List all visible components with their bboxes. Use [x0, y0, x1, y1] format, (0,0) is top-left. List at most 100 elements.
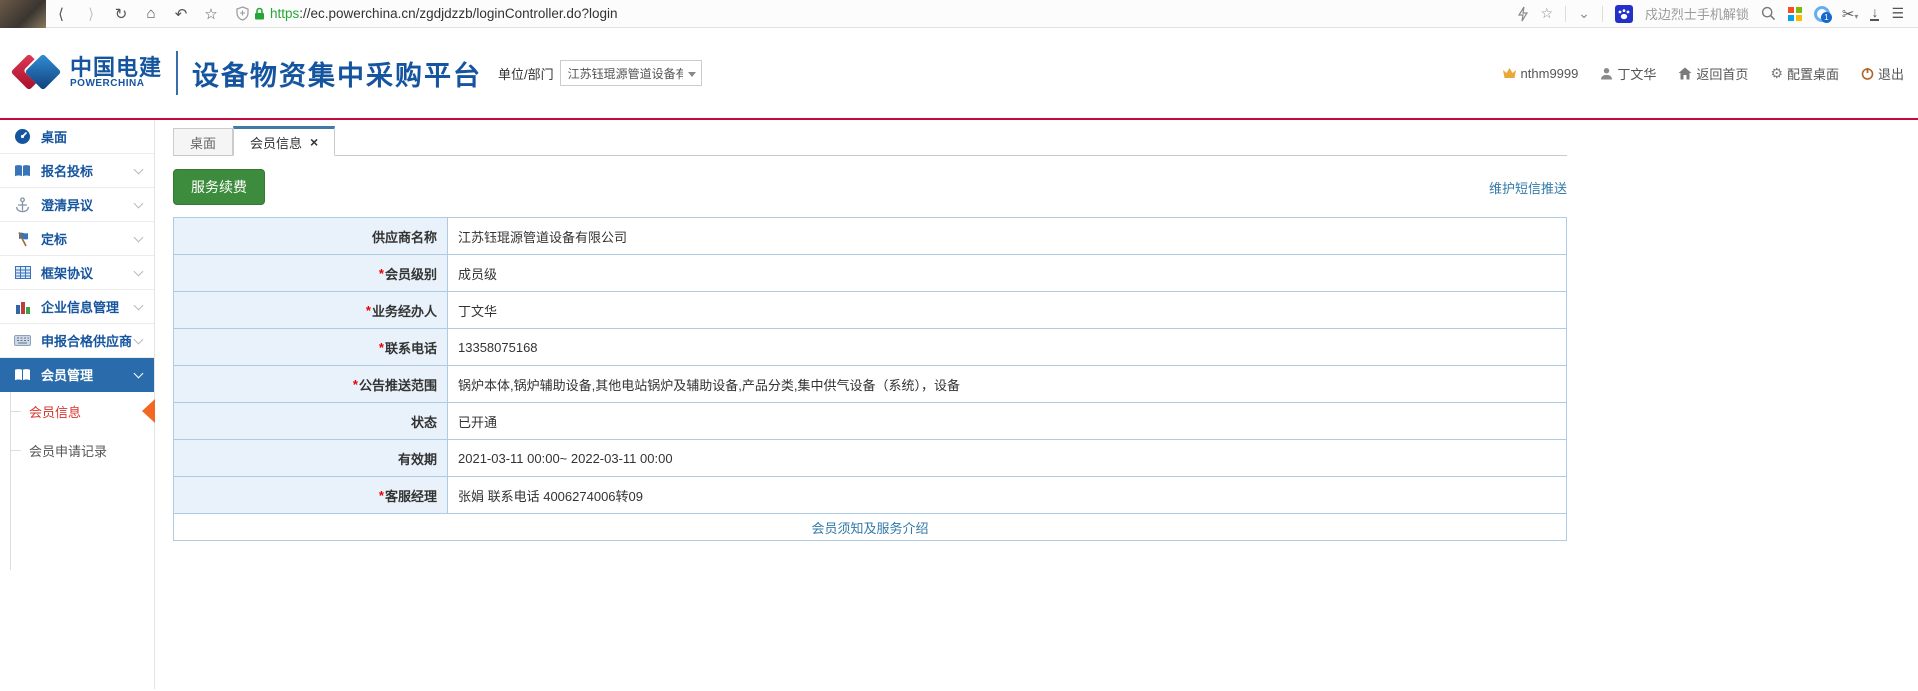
table-row: *联系电话 13358075168 [174, 329, 1566, 366]
badge-count: 1 [1821, 12, 1832, 23]
book-icon [14, 366, 31, 383]
member-info-table: 供应商名称 江苏钰琨源管道设备有限公司 *会员级别 成员级 *业务经办人 丁文华… [173, 217, 1567, 541]
ssl-lock-icon [254, 7, 265, 20]
user-name: 丁文华 [1600, 64, 1656, 83]
extension-paw-icon[interactable] [1615, 5, 1633, 23]
sidebar: 桌面 报名投标 澄清异议 定标 框架协 [0, 120, 155, 689]
membership-submenu: 会员信息 会员申请记录 [10, 392, 154, 570]
field-label: 客服经理 [385, 486, 437, 505]
chevron-down-icon [134, 334, 144, 344]
chevron-down-icon [134, 300, 144, 310]
field-label: 状态 [411, 412, 437, 431]
extension-label[interactable]: 戍边烈士手机解锁 [1645, 4, 1749, 23]
contact-phone-value: 13358075168 [448, 329, 1566, 365]
table-row: 有效期 2021-03-11 00:00~ 2022-03-11 00:00 [174, 440, 1566, 477]
sms-push-maintain-link[interactable]: 维护短信推送 [1489, 178, 1567, 197]
main-content: 桌面 会员信息 × 服务续费 维护短信推送 供应商名称 江苏钰琨源管道设备有限公… [155, 120, 1918, 689]
back-icon[interactable]: ⟨ [46, 5, 76, 23]
favorite-star-icon[interactable]: ☆ [1541, 5, 1554, 22]
chevron-down-icon [134, 232, 144, 242]
field-label: 联系电话 [385, 338, 437, 357]
dept-select[interactable]: 江苏钰琨源管道设备有限公 [560, 60, 702, 86]
gear-icon: ⚙ [1770, 65, 1783, 82]
submenu-item-member-application-log[interactable]: 会员申请记录 [11, 431, 154, 470]
table-footer: 会员须知及服务介绍 [174, 514, 1566, 541]
browser-toolbar: ⟨ ⟩ ↻ ⌂ ↶ ☆ https://ec.powerchina.cn/zgd… [0, 0, 1918, 28]
service-renewal-button[interactable]: 服务续费 [173, 169, 265, 205]
required-asterisk: * [353, 377, 358, 392]
field-label: 公告推送范围 [359, 375, 437, 394]
sidebar-item-desktop[interactable]: 桌面 [0, 120, 154, 154]
forward-icon[interactable]: ⟩ [76, 5, 106, 23]
required-asterisk: * [379, 488, 384, 503]
sidebar-item-membership[interactable]: 会员管理 [0, 358, 154, 392]
table-row: *公告推送范围 锅炉本体,锅炉辅助设备,其他电站锅炉及辅助设备,产品分类,集中供… [174, 366, 1566, 403]
proxy-status-icon[interactable]: 1 [1814, 6, 1830, 22]
service-manager-value: 张娟 联系电话 4006274006转09 [448, 477, 1566, 513]
table-row: *业务经办人 丁文华 [174, 292, 1566, 329]
configure-desktop-link[interactable]: ⚙ 配置桌面 [1770, 64, 1839, 83]
table-row: 供应商名称 江苏钰琨源管道设备有限公司 [174, 218, 1566, 255]
search-icon[interactable] [1761, 6, 1776, 21]
power-icon [1861, 67, 1874, 80]
table-row: *客服经理 张娟 联系电话 4006274006转09 [174, 477, 1566, 514]
validity-period-value: 2021-03-11 00:00~ 2022-03-11 00:00 [448, 440, 1566, 476]
sidebar-item-clarification[interactable]: 澄清异议 [0, 188, 154, 222]
lightning-icon[interactable] [1517, 6, 1529, 22]
crown-icon [1502, 67, 1517, 79]
menu-hamburger-icon[interactable]: ☰ [1891, 5, 1904, 22]
logout-link[interactable]: 退出 [1861, 64, 1904, 83]
required-asterisk: * [379, 340, 384, 355]
table-row: *会员级别 成员级 [174, 255, 1566, 292]
anchor-icon [14, 196, 31, 213]
field-label: 会员级别 [385, 264, 437, 283]
chevron-down-icon [134, 198, 144, 208]
sidebar-item-award[interactable]: 定标 [0, 222, 154, 256]
chevron-down-icon [134, 164, 144, 174]
home-icon[interactable]: ⌂ [136, 5, 166, 22]
page-thumbnail [0, 0, 46, 28]
business-agent-value: 丁文华 [448, 292, 1566, 328]
sidebar-item-qualified-supplier[interactable]: 申报合格供应商 [0, 324, 154, 358]
field-label: 供应商名称 [372, 227, 437, 246]
table-row: 状态 已开通 [174, 403, 1566, 440]
supplier-name-value: 江苏钰琨源管道设备有限公司 [448, 218, 1566, 254]
platform-title: 设备物资集中采购平台 [192, 54, 482, 93]
browser-actions: ☆ ⌄ 戍边烈士手机解锁 1 ✂▾ ↓ ☰ [1517, 4, 1918, 23]
brand-name-en: POWERCHINA [70, 79, 162, 90]
app-header: 中国电建 POWERCHINA 设备物资集中采购平台 单位/部门 江苏钰琨源管道… [0, 28, 1918, 120]
tab-bar: 桌面 会员信息 × [173, 126, 1567, 156]
screenshot-scissors-icon[interactable]: ✂▾ [1842, 5, 1859, 23]
chevron-down-icon[interactable]: ⌄ [1578, 5, 1590, 22]
member-level-value: 成员级 [448, 255, 1566, 291]
submenu-item-member-info[interactable]: 会员信息 [11, 392, 154, 431]
member-notice-link[interactable]: 会员须知及服务介绍 [811, 518, 928, 537]
tab-desktop[interactable]: 桌面 [173, 128, 233, 155]
close-tab-icon[interactable]: × [310, 135, 318, 149]
reload-icon[interactable]: ↻ [106, 5, 136, 23]
person-icon [1600, 67, 1613, 80]
url-text[interactable]: https://ec.powerchina.cn/zgdjdzzb/loginC… [270, 6, 617, 21]
address-bar[interactable]: https://ec.powerchina.cn/zgdjdzzb/loginC… [236, 6, 617, 21]
keyboard-icon [14, 332, 31, 349]
return-home-link[interactable]: 返回首页 [1678, 64, 1748, 83]
home-icon [1678, 67, 1692, 80]
table-icon [14, 264, 31, 281]
bar-chart-icon [14, 298, 31, 315]
download-icon[interactable]: ↓ [1870, 7, 1879, 21]
field-label: 有效期 [398, 449, 437, 468]
shield-icon[interactable] [236, 6, 249, 21]
tab-member-info[interactable]: 会员信息 × [233, 126, 335, 156]
undo-icon[interactable]: ↶ [166, 5, 196, 23]
bookmark-star-icon[interactable]: ☆ [196, 5, 226, 23]
apps-grid-icon[interactable] [1788, 7, 1802, 21]
dashboard-icon [14, 128, 31, 145]
sidebar-item-framework[interactable]: 框架协议 [0, 256, 154, 290]
dept-label: 单位/部门 [498, 64, 554, 83]
field-label: 业务经办人 [372, 301, 437, 320]
active-arrow-icon [142, 399, 155, 423]
sidebar-item-bidding[interactable]: 报名投标 [0, 154, 154, 188]
brand-name-cn: 中国电建 [70, 56, 162, 79]
sidebar-item-company-info[interactable]: 企业信息管理 [0, 290, 154, 324]
status-value: 已开通 [448, 403, 1566, 439]
